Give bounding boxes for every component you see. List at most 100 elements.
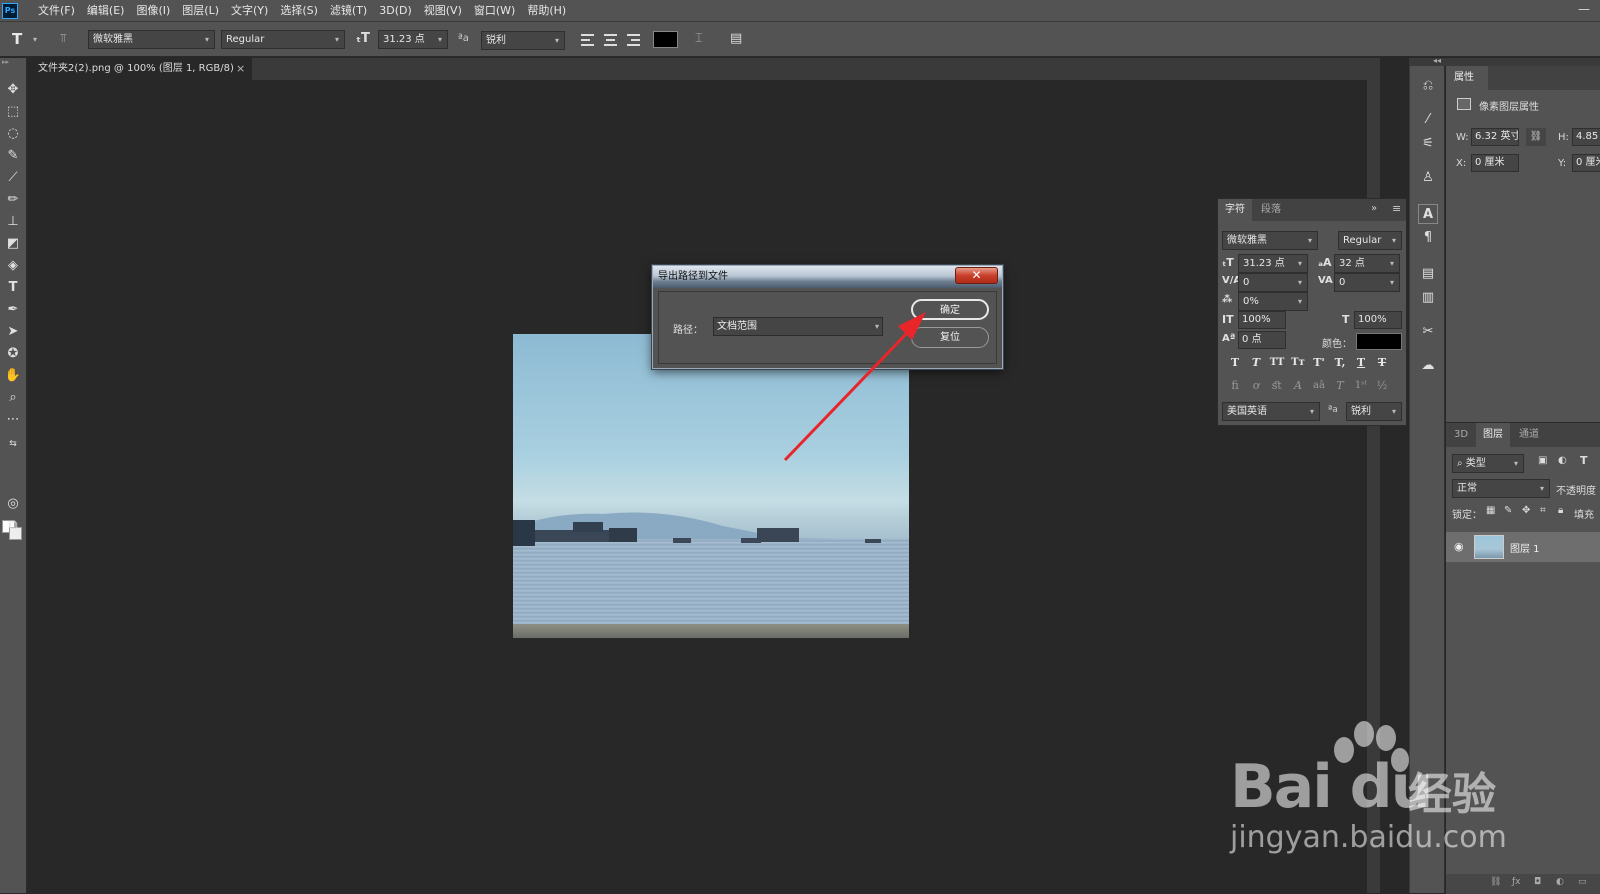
char-kerning-select[interactable]: 0 ▾ — [1238, 273, 1308, 292]
collapse-icon[interactable]: ◂◂ — [1433, 56, 1441, 65]
align-right-button[interactable] — [625, 31, 643, 49]
menu-help[interactable]: 帮助(H) — [521, 0, 572, 22]
lock-artboard-icon[interactable]: ⌗ — [1540, 505, 1546, 516]
brush-settings-icon[interactable]: ⁄ — [1418, 110, 1438, 130]
char-baseline-field[interactable]: 0 点 — [1238, 331, 1286, 349]
layer-style-icon[interactable]: ƒx — [1512, 877, 1521, 887]
strikethrough-button[interactable]: T — [1373, 354, 1391, 372]
type-tool-icon[interactable]: T — [12, 30, 22, 48]
menu-3d[interactable]: 3D(D) — [373, 0, 418, 22]
minimize-button[interactable]: — — [1578, 2, 1590, 16]
marquee-tool-icon[interactable]: ⬚ — [3, 102, 23, 122]
char-tsume-select[interactable]: 0% ▾ — [1238, 292, 1308, 311]
tab-layers[interactable]: 图层 — [1476, 423, 1510, 447]
x-field[interactable]: 0 厘米 — [1471, 154, 1519, 172]
reset-button[interactable]: 复位 — [911, 327, 989, 348]
menu-edit[interactable]: 编辑(E) — [81, 0, 131, 22]
pen-tool-icon[interactable]: ✒ — [3, 300, 23, 320]
char-vscale-field[interactable]: 100% — [1238, 311, 1286, 329]
lock-image-icon[interactable]: ✎ — [1504, 505, 1512, 516]
swash-button[interactable]: ﬆ — [1268, 377, 1286, 395]
dialog-close-button[interactable]: ✕ — [955, 267, 998, 284]
blend-mode-select[interactable]: 正常 ▾ — [1452, 479, 1550, 498]
filter-pixel-icon[interactable]: ▣ — [1538, 455, 1547, 466]
adjustments-icon[interactable]: ⚟ — [1418, 134, 1438, 154]
ok-button[interactable]: 确定 — [911, 299, 989, 320]
width-field[interactable]: 6.32 英寸 — [1471, 128, 1519, 146]
document-tab[interactable]: 文件夹2(2).png @ 100% (图层 1, RGB/8) × — [28, 58, 252, 80]
titling-alt-button[interactable]: aā — [1310, 377, 1328, 395]
subscript-button[interactable]: T, — [1331, 354, 1349, 372]
menu-filter[interactable]: 滤镜(T) — [324, 0, 373, 22]
align-left-button[interactable] — [579, 31, 597, 49]
font-style-select[interactable]: Regular ▾ — [221, 30, 345, 49]
quick-mask-icon[interactable]: ◎ — [3, 494, 23, 514]
char-tracking-select[interactable]: 0 ▾ — [1334, 273, 1400, 292]
menu-image[interactable]: 图像(I) — [130, 0, 176, 22]
path-select-tool-icon[interactable]: ➤ — [3, 322, 23, 342]
character-styles-icon[interactable]: ▤ — [1418, 264, 1438, 284]
antialias-select[interactable]: 锐利 ▾ — [481, 31, 565, 50]
brush-tool-icon[interactable]: ✏ — [3, 190, 23, 210]
char-leading-select[interactable]: 32 点 ▾ — [1334, 254, 1400, 273]
menu-select[interactable]: 选择(S) — [274, 0, 324, 22]
menu-window[interactable]: 窗口(W) — [468, 0, 521, 22]
history-icon[interactable]: ⎌ — [1418, 76, 1438, 96]
char-font-style-select[interactable]: Regular ▾ — [1338, 231, 1402, 250]
quick-select-tool-icon[interactable]: ✎ — [3, 146, 23, 166]
lock-position-icon[interactable]: ✥ — [1522, 505, 1530, 516]
filter-adjustment-icon[interactable]: ◐ — [1558, 455, 1567, 466]
move-tool-icon[interactable]: ✥ — [3, 80, 23, 100]
filter-type-icon[interactable]: T — [1580, 454, 1588, 467]
menu-layer[interactable]: 图层(L) — [176, 0, 225, 22]
link-layers-icon[interactable]: ⛓ — [1490, 877, 1501, 887]
char-size-select[interactable]: 31.23 点 ▾ — [1238, 254, 1308, 273]
superscript-button[interactable]: T' — [1310, 354, 1328, 372]
tab-properties[interactable]: 属性 — [1446, 66, 1488, 90]
custom-shape-tool-icon[interactable]: ✪ — [3, 344, 23, 364]
paragraph-styles-icon[interactable]: ▥ — [1418, 288, 1438, 308]
y-field[interactable]: 0 厘米 — [1572, 154, 1600, 172]
stylistic-alt-button[interactable]: A — [1289, 377, 1307, 395]
font-family-select[interactable]: 微软雅黑 ▾ — [88, 30, 215, 49]
text-color-swatch[interactable] — [653, 31, 678, 48]
lasso-tool-icon[interactable]: ◌ — [3, 124, 23, 144]
char-font-family-select[interactable]: 微软雅黑 ▾ — [1222, 231, 1318, 250]
lock-all-icon[interactable]: 🔒︎ — [1558, 505, 1563, 516]
path-select[interactable]: 文档范围 ▾ — [713, 317, 883, 336]
hand-tool-icon[interactable]: ✋ — [3, 366, 23, 386]
collapse-icon[interactable]: ▸▸ — [2, 58, 9, 66]
more-tools-icon[interactable]: ⋯ — [3, 410, 23, 430]
tab-channels[interactable]: 通道 — [1512, 423, 1546, 447]
eraser-tool-icon[interactable]: ◩ — [3, 234, 23, 254]
menu-type[interactable]: 文字(Y) — [225, 0, 274, 22]
menu-file[interactable]: 文件(F) — [32, 0, 81, 22]
paragraph-icon[interactable]: ¶ — [1418, 228, 1438, 248]
tab-paragraph[interactable]: 段落 — [1254, 199, 1288, 221]
eyedropper-tool-icon[interactable]: ⟋ — [3, 168, 23, 188]
new-group-icon[interactable]: ▭ — [1578, 877, 1587, 887]
cloud-icon[interactable]: ☁ — [1418, 356, 1438, 376]
link-icon[interactable]: ⛓ — [1526, 128, 1546, 146]
swap-colors-icon[interactable]: ⇆ — [3, 434, 23, 454]
screen-mode-icon[interactable]: ⧉ — [3, 516, 23, 536]
panel-menu-icon[interactable]: ≡ — [1392, 202, 1401, 215]
tools-presets-icon[interactable]: ✂ — [1418, 322, 1438, 342]
faux-italic-button[interactable]: T — [1247, 354, 1265, 372]
text-orientation-icon[interactable]: ⫪ — [60, 31, 67, 46]
align-center-button[interactable] — [602, 31, 620, 49]
character-panel-toggle-icon[interactable]: ▤ — [730, 31, 742, 46]
document-image[interactable] — [513, 334, 909, 638]
char-antialias-select[interactable]: 锐利 ▾ — [1346, 402, 1402, 421]
close-icon[interactable]: × — [236, 58, 245, 80]
dialog-titlebar[interactable]: 导出路径到文件 ✕ — [653, 266, 1002, 288]
warp-text-icon[interactable]: ⌶ — [695, 31, 703, 46]
character-icon[interactable]: A — [1418, 204, 1438, 224]
faux-bold-button[interactable]: T — [1226, 354, 1244, 372]
small-caps-button[interactable]: Tт — [1289, 354, 1307, 372]
ligature-button[interactable]: ﬁ — [1226, 377, 1244, 395]
height-field[interactable]: 4.85 — [1572, 128, 1600, 146]
type-tool-icon[interactable]: T — [3, 278, 23, 298]
menu-view[interactable]: 视图(V) — [418, 0, 468, 22]
stamp-tool-icon[interactable]: ⊥ — [3, 212, 23, 232]
